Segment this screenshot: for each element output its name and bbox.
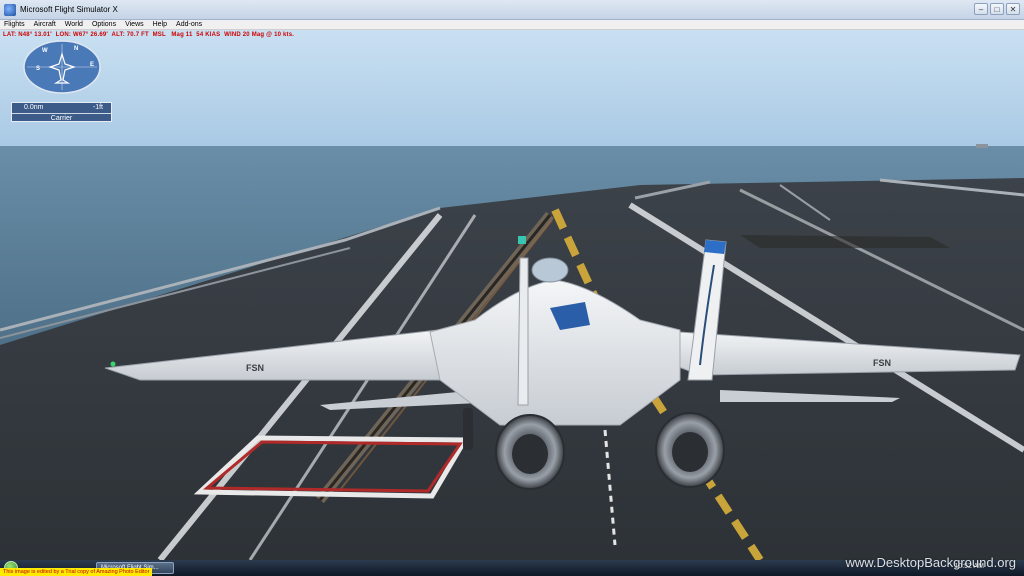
menu-aircraft[interactable]: Aircraft bbox=[34, 21, 56, 28]
trial-notice: This image is edited by a Trial copy of … bbox=[0, 568, 153, 576]
compass: N E S W bbox=[22, 40, 102, 95]
window-titlebar[interactable]: Microsoft Flight Simulator X – □ ✕ bbox=[0, 0, 1024, 20]
menu-help[interactable]: Help bbox=[153, 21, 167, 28]
window-title: Microsoft Flight Simulator X bbox=[20, 5, 118, 14]
distance-value: 0.0nm bbox=[24, 104, 44, 111]
menu-flights[interactable]: Flights bbox=[4, 21, 25, 28]
menu-addons[interactable]: Add-ons bbox=[176, 21, 202, 28]
compass-south: S bbox=[36, 66, 41, 72]
app-icon bbox=[4, 3, 16, 16]
compass-east: E bbox=[90, 62, 95, 68]
right-wing-marking: FSN bbox=[873, 358, 891, 368]
distance-target: Carrier bbox=[12, 113, 111, 123]
menu-views[interactable]: Views bbox=[125, 21, 144, 28]
watermark: www.DesktopBackground.org bbox=[845, 555, 1016, 570]
menu-bar: Flights Aircraft World Options Views Hel… bbox=[0, 20, 1024, 30]
scene-graphic bbox=[0, 30, 1024, 560]
left-wing-marking: FSN bbox=[246, 363, 264, 373]
left-tail bbox=[517, 257, 529, 406]
simulator-viewport[interactable]: FSN FSN bbox=[0, 30, 1024, 560]
hud-status-line: LAT: N48° 13.01' LON: W67° 26.69' ALT: 7… bbox=[3, 32, 295, 38]
compass-north: N bbox=[74, 46, 79, 52]
menu-options[interactable]: Options bbox=[92, 21, 116, 28]
sky bbox=[0, 30, 1024, 148]
minimize-button[interactable]: – bbox=[974, 3, 988, 15]
left-landing-gear bbox=[463, 408, 473, 450]
canopy bbox=[531, 257, 569, 283]
close-button[interactable]: ✕ bbox=[1006, 3, 1020, 15]
window-controls: – □ ✕ bbox=[974, 3, 1020, 15]
distance-indicator: 0.0nm -1ft Carrier bbox=[11, 102, 112, 122]
menu-world[interactable]: World bbox=[65, 21, 83, 28]
maximize-button[interactable]: □ bbox=[990, 3, 1004, 15]
distant-ship bbox=[976, 144, 988, 148]
distance-row: 0.0nm -1ft bbox=[12, 103, 111, 113]
altitude-offset: -1ft bbox=[92, 104, 103, 111]
compass-west: W bbox=[42, 48, 48, 54]
